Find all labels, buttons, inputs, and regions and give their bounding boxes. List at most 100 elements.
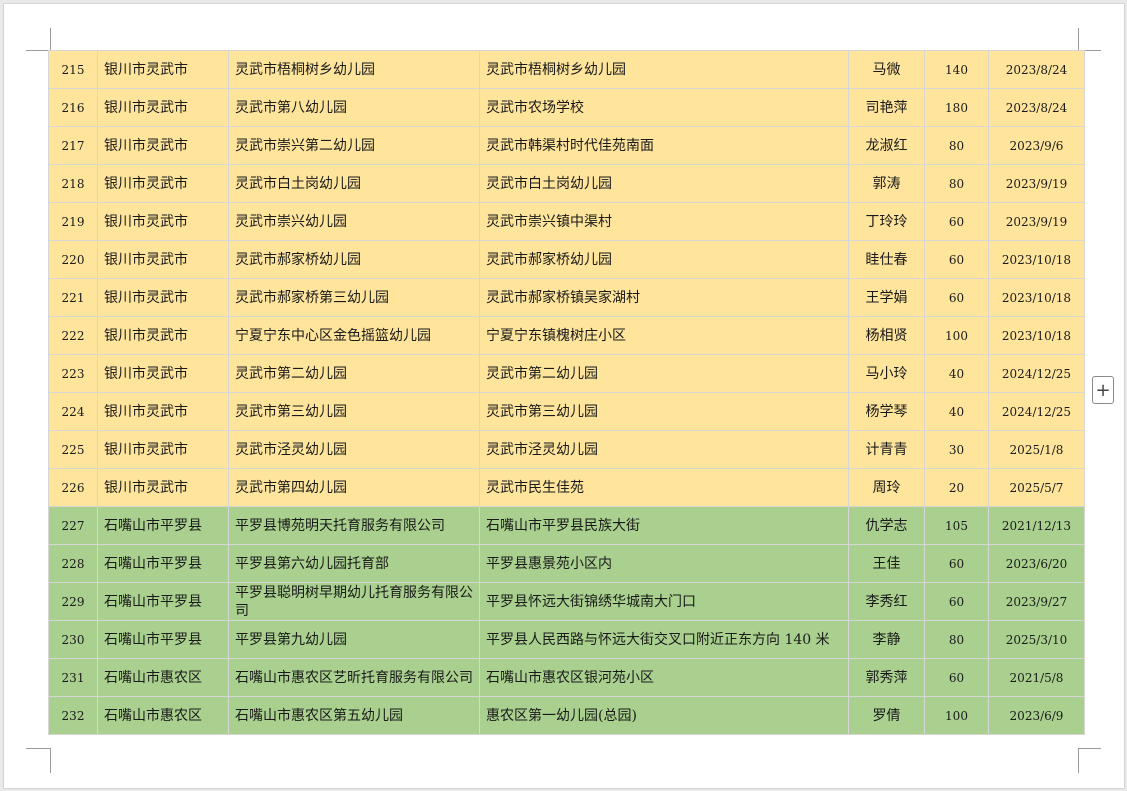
cell-institution-name[interactable]: 平罗县聪明树早期幼儿托育服务有限公司 bbox=[228, 582, 480, 621]
cell-capacity[interactable]: 80 bbox=[924, 620, 989, 659]
cell-contact[interactable]: 郭秀萍 bbox=[848, 658, 925, 697]
cell-institution-name[interactable]: 石嘴山市惠农区艺昕托育服务有限公司 bbox=[228, 658, 480, 697]
cell-institution-name[interactable]: 灵武市泾灵幼儿园 bbox=[228, 430, 480, 469]
cell-contact[interactable]: 罗倩 bbox=[848, 696, 925, 735]
cell-index[interactable]: 222 bbox=[48, 316, 98, 355]
cell-index[interactable]: 232 bbox=[48, 696, 98, 735]
cell-institution-name[interactable]: 灵武市梧桐树乡幼儿园 bbox=[228, 50, 480, 89]
cell-address[interactable]: 灵武市农场学校 bbox=[479, 88, 849, 127]
cell-address[interactable]: 惠农区第一幼儿园(总园) bbox=[479, 696, 849, 735]
cell-address[interactable]: 石嘴山市平罗县民族大街 bbox=[479, 506, 849, 545]
cell-institution-name[interactable]: 灵武市第八幼儿园 bbox=[228, 88, 480, 127]
cell-capacity[interactable]: 60 bbox=[924, 658, 989, 697]
cell-date[interactable]: 2023/10/18 bbox=[988, 240, 1085, 279]
cell-capacity[interactable]: 30 bbox=[924, 430, 989, 469]
cell-contact[interactable]: 马小玲 bbox=[848, 354, 925, 393]
cell-capacity[interactable]: 60 bbox=[924, 582, 989, 621]
cell-contact[interactable]: 王学娟 bbox=[848, 278, 925, 317]
cell-city[interactable]: 石嘴山市平罗县 bbox=[97, 582, 229, 621]
cell-address[interactable]: 石嘴山市惠农区银河苑小区 bbox=[479, 658, 849, 697]
cell-date[interactable]: 2023/9/6 bbox=[988, 126, 1085, 165]
cell-institution-name[interactable]: 石嘴山市惠农区第五幼儿园 bbox=[228, 696, 480, 735]
cell-date[interactable]: 2024/12/25 bbox=[988, 392, 1085, 431]
cell-index[interactable]: 228 bbox=[48, 544, 98, 583]
cell-institution-name[interactable]: 灵武市郝家桥第三幼儿园 bbox=[228, 278, 480, 317]
cell-capacity[interactable]: 40 bbox=[924, 354, 989, 393]
cell-date[interactable]: 2025/5/7 bbox=[988, 468, 1085, 507]
cell-index[interactable]: 218 bbox=[48, 164, 98, 203]
cell-capacity[interactable]: 180 bbox=[924, 88, 989, 127]
cell-index[interactable]: 221 bbox=[48, 278, 98, 317]
cell-date[interactable]: 2024/12/25 bbox=[988, 354, 1085, 393]
cell-address[interactable]: 灵武市韩渠村时代佳苑南面 bbox=[479, 126, 849, 165]
cell-city[interactable]: 银川市灵武市 bbox=[97, 316, 229, 355]
cell-address[interactable]: 灵武市崇兴镇中渠村 bbox=[479, 202, 849, 241]
cell-index[interactable]: 225 bbox=[48, 430, 98, 469]
cell-address[interactable]: 灵武市泾灵幼儿园 bbox=[479, 430, 849, 469]
cell-address[interactable]: 平罗县怀远大街锦绣华城南大门口 bbox=[479, 582, 849, 621]
cell-city[interactable]: 银川市灵武市 bbox=[97, 468, 229, 507]
cell-institution-name[interactable]: 平罗县博苑明天托育服务有限公司 bbox=[228, 506, 480, 545]
cell-contact[interactable]: 李静 bbox=[848, 620, 925, 659]
cell-date[interactable]: 2023/9/27 bbox=[988, 582, 1085, 621]
cell-capacity[interactable]: 60 bbox=[924, 278, 989, 317]
cell-contact[interactable]: 王佳 bbox=[848, 544, 925, 583]
cell-city[interactable]: 银川市灵武市 bbox=[97, 164, 229, 203]
cell-city[interactable]: 银川市灵武市 bbox=[97, 392, 229, 431]
cell-city[interactable]: 石嘴山市平罗县 bbox=[97, 506, 229, 545]
cell-index[interactable]: 216 bbox=[48, 88, 98, 127]
cell-capacity[interactable]: 40 bbox=[924, 392, 989, 431]
cell-capacity[interactable]: 60 bbox=[924, 240, 989, 279]
cell-date[interactable]: 2023/8/24 bbox=[988, 50, 1085, 89]
cell-contact[interactable]: 计青青 bbox=[848, 430, 925, 469]
cell-contact[interactable]: 马微 bbox=[848, 50, 925, 89]
cell-contact[interactable]: 李秀红 bbox=[848, 582, 925, 621]
cell-city[interactable]: 银川市灵武市 bbox=[97, 240, 229, 279]
cell-date[interactable]: 2023/10/18 bbox=[988, 316, 1085, 355]
cell-date[interactable]: 2023/9/19 bbox=[988, 164, 1085, 203]
cell-city[interactable]: 石嘴山市平罗县 bbox=[97, 544, 229, 583]
cell-index[interactable]: 219 bbox=[48, 202, 98, 241]
cell-institution-name[interactable]: 灵武市崇兴第二幼儿园 bbox=[228, 126, 480, 165]
cell-index[interactable]: 229 bbox=[48, 582, 98, 621]
cell-capacity[interactable]: 105 bbox=[924, 506, 989, 545]
cell-date[interactable]: 2021/12/13 bbox=[988, 506, 1085, 545]
cell-city[interactable]: 银川市灵武市 bbox=[97, 354, 229, 393]
cell-contact[interactable]: 龙淑红 bbox=[848, 126, 925, 165]
cell-capacity[interactable]: 100 bbox=[924, 316, 989, 355]
cell-date[interactable]: 2025/3/10 bbox=[988, 620, 1085, 659]
cell-address[interactable]: 灵武市民生佳苑 bbox=[479, 468, 849, 507]
cell-date[interactable]: 2023/9/19 bbox=[988, 202, 1085, 241]
cell-city[interactable]: 银川市灵武市 bbox=[97, 202, 229, 241]
cell-city[interactable]: 银川市灵武市 bbox=[97, 126, 229, 165]
cell-capacity[interactable]: 20 bbox=[924, 468, 989, 507]
cell-index[interactable]: 231 bbox=[48, 658, 98, 697]
cell-institution-name[interactable]: 灵武市第四幼儿园 bbox=[228, 468, 480, 507]
cell-date[interactable]: 2025/1/8 bbox=[988, 430, 1085, 469]
cell-address[interactable]: 灵武市白土岗幼儿园 bbox=[479, 164, 849, 203]
cell-address[interactable]: 宁夏宁东镇槐树庄小区 bbox=[479, 316, 849, 355]
cell-contact[interactable]: 郭涛 bbox=[848, 164, 925, 203]
cell-date[interactable]: 2023/6/20 bbox=[988, 544, 1085, 583]
cell-institution-name[interactable]: 平罗县第六幼儿园托育部 bbox=[228, 544, 480, 583]
cell-institution-name[interactable]: 平罗县第九幼儿园 bbox=[228, 620, 480, 659]
cell-contact[interactable]: 司艳萍 bbox=[848, 88, 925, 127]
cell-date[interactable]: 2023/10/18 bbox=[988, 278, 1085, 317]
cell-capacity[interactable]: 60 bbox=[924, 544, 989, 583]
cell-address[interactable]: 平罗县惠景苑小区内 bbox=[479, 544, 849, 583]
cell-contact[interactable]: 周玲 bbox=[848, 468, 925, 507]
cell-index[interactable]: 227 bbox=[48, 506, 98, 545]
cell-institution-name[interactable]: 灵武市崇兴幼儿园 bbox=[228, 202, 480, 241]
cell-city[interactable]: 银川市灵武市 bbox=[97, 50, 229, 89]
cell-date[interactable]: 2021/5/8 bbox=[988, 658, 1085, 697]
cell-address[interactable]: 平罗县人民西路与怀远大街交叉口附近正东方向 140 米 bbox=[479, 620, 849, 659]
cell-capacity[interactable]: 60 bbox=[924, 202, 989, 241]
cell-address[interactable]: 灵武市郝家桥幼儿园 bbox=[479, 240, 849, 279]
cell-institution-name[interactable]: 灵武市第三幼儿园 bbox=[228, 392, 480, 431]
cell-capacity[interactable]: 80 bbox=[924, 164, 989, 203]
cell-index[interactable]: 217 bbox=[48, 126, 98, 165]
add-row-button[interactable]: + bbox=[1092, 376, 1114, 404]
cell-index[interactable]: 224 bbox=[48, 392, 98, 431]
cell-address[interactable]: 灵武市梧桐树乡幼儿园 bbox=[479, 50, 849, 89]
cell-city[interactable]: 石嘴山市惠农区 bbox=[97, 696, 229, 735]
